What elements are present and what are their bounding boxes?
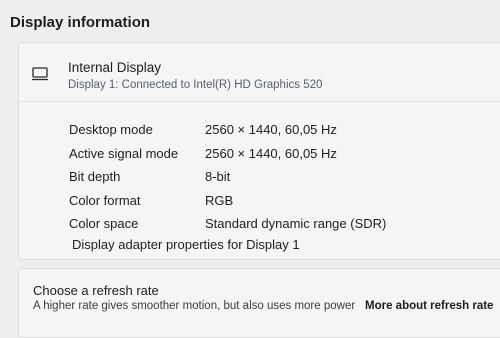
table-row: Color format RGB (69, 189, 386, 213)
property-value: RGB (205, 192, 234, 208)
property-value: 8-bit (205, 169, 231, 185)
table-row: Desktop mode 2560 × 1440, 60,05 Hz (69, 118, 386, 142)
refresh-rate-card[interactable]: Choose a refresh rate A higher rate give… (18, 268, 500, 338)
table-row: Color space Standard dynamic range (SDR) (69, 212, 386, 236)
display-info-card: Internal Display Display 1: Connected to… (18, 42, 500, 260)
property-label: Bit depth (69, 169, 121, 185)
refresh-rate-info-link[interactable]: More about refresh rate (365, 300, 493, 312)
table-row: Active signal mode 2560 × 1440, 60,05 Hz (69, 142, 386, 166)
property-label: Desktop mode (69, 122, 153, 138)
display-header: Internal Display Display 1: Connected to… (19, 43, 500, 102)
property-value: 2560 × 1440, 60,05 Hz (205, 122, 337, 138)
adapter-properties-link[interactable]: Display adapter properties for Display 1 (72, 237, 300, 252)
refresh-rate-title: Choose a refresh rate (33, 283, 159, 298)
display-properties-table: Desktop mode 2560 × 1440, 60,05 Hz Activ… (69, 118, 386, 236)
section-title: Display information (10, 14, 151, 31)
property-label: Color space (69, 216, 139, 232)
property-value: 2560 × 1440, 60,05 Hz (205, 145, 337, 161)
refresh-rate-description: A higher rate gives smoother motion, but… (33, 300, 356, 312)
property-label: Active signal mode (69, 145, 179, 161)
display-name: Internal Display (68, 60, 162, 75)
display-connection: Display 1: Connected to Intel(R) HD Grap… (68, 79, 323, 91)
monitor-icon (31, 65, 49, 83)
property-label: Color format (69, 192, 141, 208)
table-row: Bit depth 8-bit (69, 165, 386, 189)
property-value: Standard dynamic range (SDR) (205, 216, 387, 232)
